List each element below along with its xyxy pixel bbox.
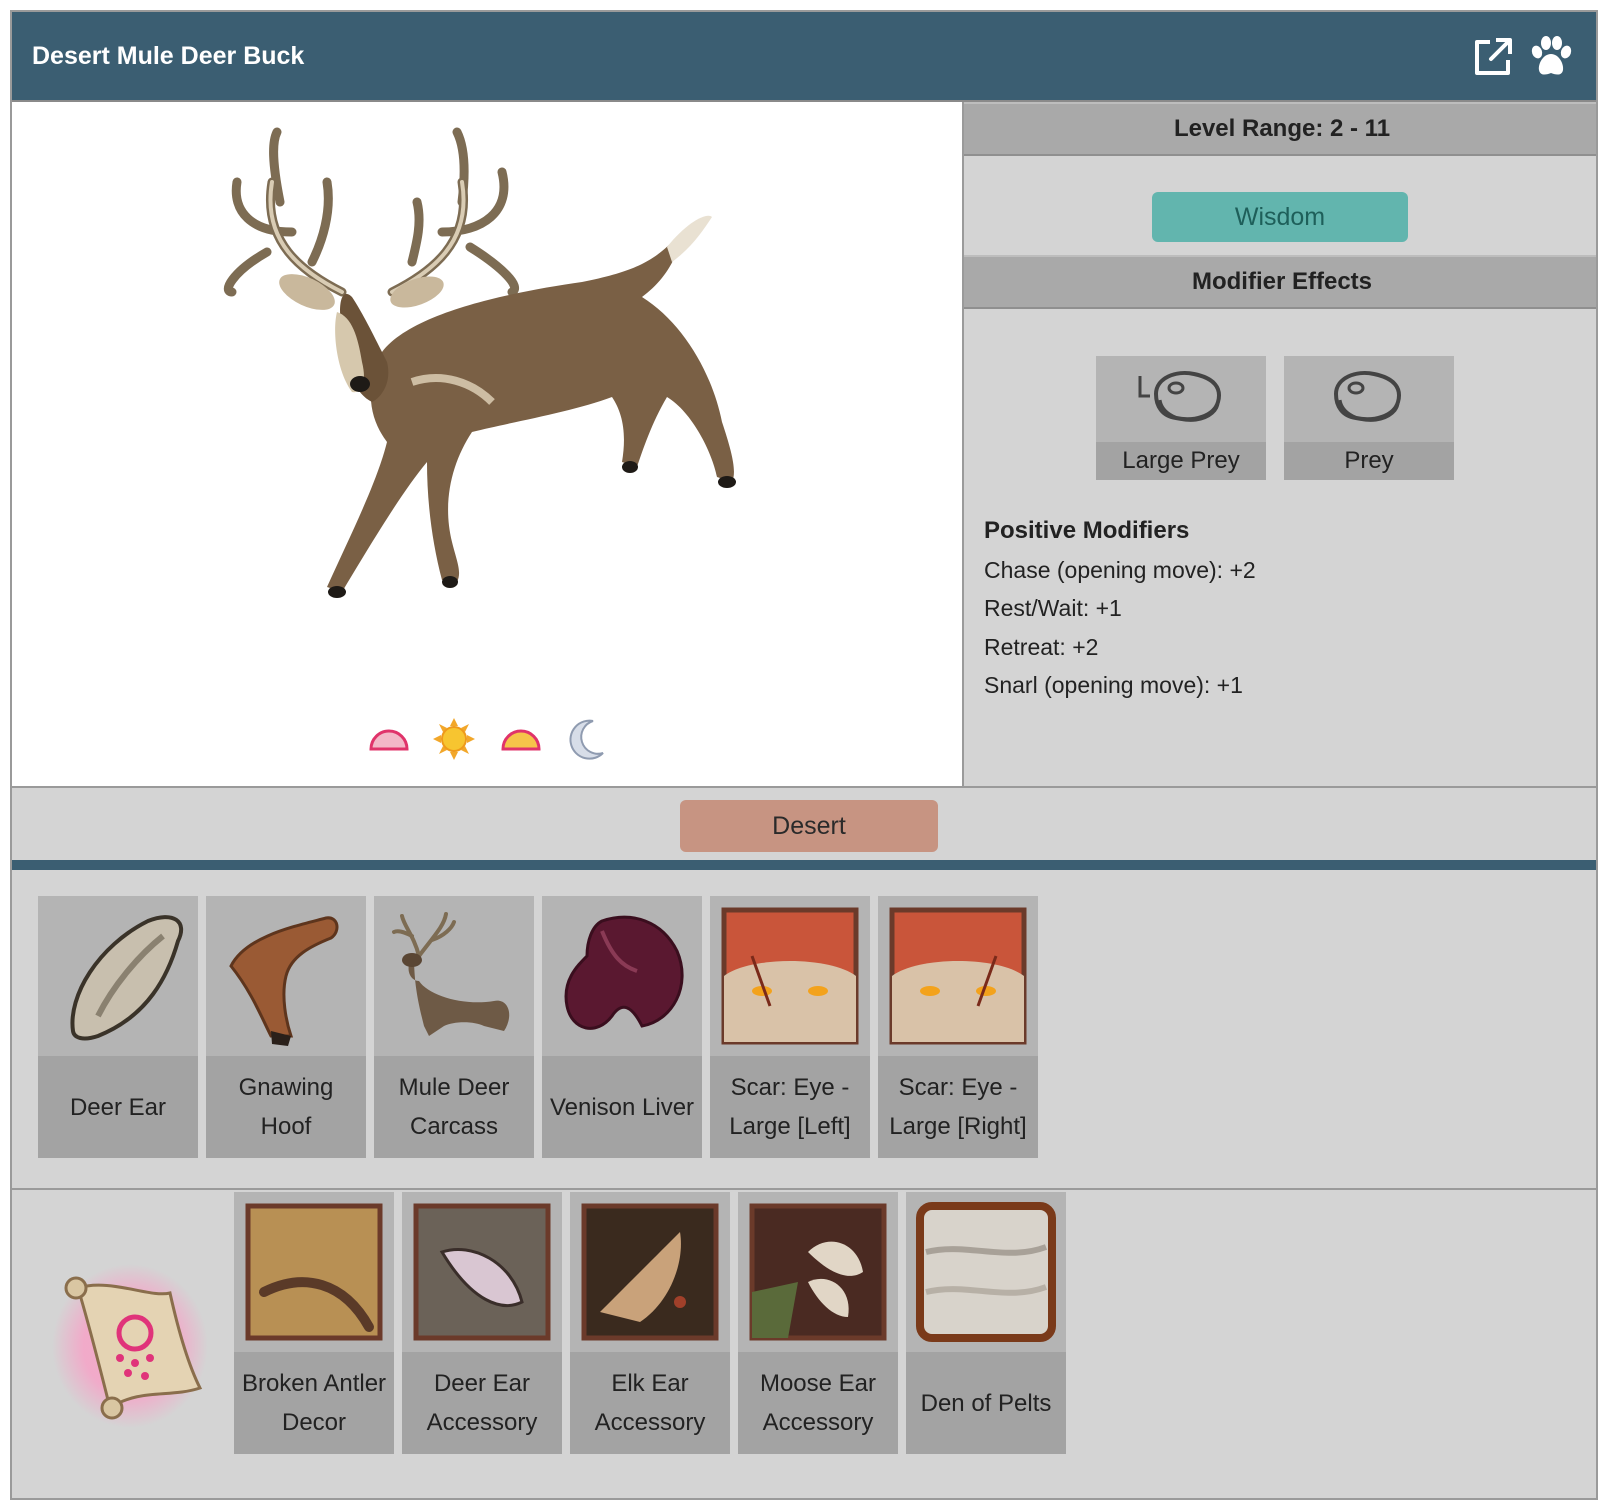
- item-name: Mule Deer Carcass: [374, 1056, 534, 1158]
- day-icon: [433, 718, 475, 760]
- large-prey-icon: [1138, 371, 1221, 422]
- reward-broken-antler-decor[interactable]: Broken Antler Decor: [234, 1192, 394, 1454]
- drop-item-scar-eye-right[interactable]: Scar: Eye - Large [Right]: [878, 896, 1038, 1158]
- moose-ear-accessory-icon: [749, 1203, 887, 1341]
- drop-item-scar-eye-left[interactable]: Scar: Eye - Large [Left]: [710, 896, 870, 1158]
- enemy-card: Desert Mule Deer Buck Level Range: 2 - 1…: [10, 10, 1598, 1500]
- modifier-card-prey: Prey: [1284, 356, 1454, 480]
- broken-antler-decor-icon: [245, 1203, 383, 1341]
- drop-item-gnawing-hoof[interactable]: Gnawing Hoof: [206, 896, 366, 1158]
- drops-section: Deer Ear Gnawing Hoof Mule Deer Carcass: [12, 870, 1596, 1190]
- item-name: Moose Ear Accessory: [738, 1352, 898, 1454]
- mule-deer-image: [223, 127, 736, 598]
- rewards-section: Broken Antler Decor Deer Ear Accessory E…: [12, 1192, 1596, 1498]
- item-name: Elk Ear Accessory: [570, 1352, 730, 1454]
- item-name: Scar: Eye - Large [Right]: [878, 1056, 1038, 1158]
- item-name: Gnawing Hoof: [206, 1056, 366, 1158]
- enemy-title: Desert Mule Deer Buck: [32, 42, 305, 70]
- item-name: Broken Antler Decor: [234, 1352, 394, 1454]
- habitat-row: Desert: [12, 786, 1596, 860]
- modifier-effects-header: Modifier Effects: [964, 255, 1596, 309]
- modifier-card-large-prey: Large Prey: [1096, 356, 1266, 480]
- card-header: Desert Mule Deer Buck: [12, 12, 1596, 102]
- dawn-icon: [369, 729, 409, 751]
- paw-icon[interactable]: [1528, 34, 1574, 80]
- mule-deer-carcass-icon: [392, 912, 510, 1036]
- stats-panel: Level Range: 2 - 11 Wisdom Modifier Effe…: [964, 102, 1596, 786]
- drop-item-deer-ear[interactable]: Deer Ear: [38, 896, 198, 1158]
- level-range: Level Range: 2 - 11: [964, 102, 1596, 156]
- item-name: Venison Liver: [542, 1056, 702, 1158]
- section-divider: [12, 860, 1596, 870]
- stat-badge: Wisdom: [1152, 192, 1408, 242]
- venison-liver-icon: [564, 915, 684, 1030]
- scar-eye-left-icon: [721, 907, 859, 1045]
- deer-ear-icon: [70, 915, 184, 1041]
- positive-modifiers: Positive Modifiers Chase (opening move):…: [984, 512, 1256, 705]
- item-name: Scar: Eye - Large [Left]: [710, 1056, 870, 1158]
- night-icon: [569, 719, 604, 760]
- reward-moose-ear-accessory[interactable]: Moose Ear Accessory: [738, 1192, 898, 1454]
- modifier-line: Snarl (opening move): +1: [984, 672, 1243, 698]
- deer-ear-accessory-icon: [413, 1203, 551, 1341]
- modifier-line: Rest/Wait: +1: [984, 595, 1122, 621]
- prey-icon: [1333, 371, 1401, 422]
- reward-elk-ear-accessory[interactable]: Elk Ear Accessory: [570, 1192, 730, 1454]
- item-name: Deer Ear: [38, 1056, 198, 1158]
- modifier-line: Chase (opening move): +2: [984, 556, 1256, 583]
- drop-item-venison-liver[interactable]: Venison Liver: [542, 896, 702, 1158]
- dusk-icon: [501, 729, 541, 751]
- enemy-image-panel: [12, 102, 964, 786]
- modifier-label: Prey: [1284, 442, 1454, 480]
- scar-eye-right-icon: [889, 907, 1027, 1045]
- gnawing-hoof-icon: [229, 916, 339, 1046]
- den-of-pelts-icon: [916, 1202, 1056, 1342]
- elk-ear-accessory-icon: [581, 1203, 719, 1341]
- drop-item-mule-deer-carcass[interactable]: Mule Deer Carcass: [374, 896, 534, 1158]
- item-name: Deer Ear Accessory: [402, 1352, 562, 1454]
- modifier-line: Retreat: +2: [984, 633, 1099, 660]
- item-name: Den of Pelts: [906, 1352, 1066, 1454]
- habitat-badge: Desert: [680, 800, 938, 852]
- modifier-label: Large Prey: [1096, 442, 1266, 480]
- positive-modifiers-title: Positive Modifiers: [984, 517, 1190, 544]
- reward-den-of-pelts[interactable]: Den of Pelts: [906, 1192, 1066, 1454]
- external-link-icon[interactable]: [1472, 36, 1514, 78]
- scroll-icon[interactable]: [50, 1258, 210, 1428]
- reward-deer-ear-accessory[interactable]: Deer Ear Accessory: [402, 1192, 562, 1454]
